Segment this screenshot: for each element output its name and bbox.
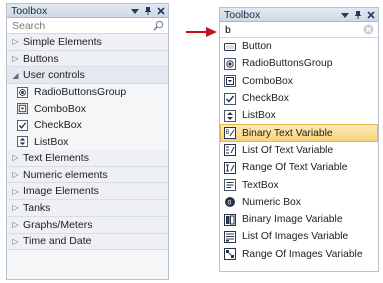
svg-text:B: B	[226, 130, 230, 136]
group-label: Buttons	[23, 52, 59, 65]
list-item-binary-text-variable[interactable]: B Binary Text Variable	[220, 124, 378, 142]
item-label: Button	[242, 41, 272, 53]
item-label: ComboBox	[34, 102, 86, 115]
search-input[interactable]: b	[225, 24, 363, 36]
expand-arrow-icon[interactable]: ▷	[11, 54, 20, 63]
list-item-textbox[interactable]: TextBox	[220, 176, 378, 193]
combobox-icon	[17, 103, 28, 115]
close-icon[interactable]	[366, 10, 375, 20]
textbox-icon	[224, 179, 236, 192]
group-label: Tanks	[23, 201, 51, 214]
group-label: Time and Date	[23, 235, 92, 248]
toolbox-titlebar[interactable]: Toolbox	[7, 4, 168, 18]
search-box[interactable]: b	[220, 22, 378, 38]
list-item-checkbox[interactable]: CheckBox	[7, 117, 168, 134]
toolbox-panel-right: Toolbox b Button RadioButtonsGroup Combo…	[219, 7, 379, 272]
radio-group-icon	[17, 86, 28, 98]
group-simple-elements[interactable]: ▷ Simple Elements	[7, 34, 168, 51]
expand-arrow-icon[interactable]: ▷	[11, 220, 20, 229]
item-label: TextBox	[242, 179, 279, 191]
combobox-icon	[224, 75, 236, 88]
group-text-elements[interactable]: ▷ Text Elements	[7, 150, 168, 167]
svg-text:0: 0	[228, 200, 232, 207]
item-label: Range Of Text Variable	[242, 162, 348, 174]
toolbox-panel-left: Toolbox Search ▷ Simple Elements ▷ Butto…	[6, 3, 169, 280]
list-images-icon	[224, 230, 236, 243]
listbox-icon	[224, 109, 236, 122]
checkbox-icon	[17, 119, 28, 131]
close-icon[interactable]	[156, 6, 165, 16]
group-label: Image Elements	[23, 185, 99, 198]
dropdown-icon[interactable]	[340, 10, 349, 20]
numeric-box-icon: 0	[224, 196, 236, 208]
list-item-list-of-text-variable[interactable]: List Of Text Variable	[220, 142, 378, 159]
item-label: List Of Images Variable	[242, 231, 349, 243]
collapse-arrow-icon[interactable]: ◢	[11, 71, 20, 80]
list-item-button[interactable]: Button	[220, 38, 378, 55]
expand-arrow-icon[interactable]: ▷	[11, 203, 20, 212]
range-images-icon	[224, 248, 236, 261]
group-user-controls[interactable]: ◢ User controls	[7, 67, 168, 85]
toolbox-title: Toolbox	[224, 8, 261, 21]
list-item-range-of-text-variable[interactable]: Range Of Text Variable	[220, 159, 378, 176]
list-item-listbox[interactable]: ListBox	[7, 134, 168, 151]
radio-group-icon	[224, 57, 236, 70]
checkbox-icon	[224, 92, 236, 105]
pointer-arrow-icon	[186, 27, 217, 37]
expand-arrow-icon[interactable]: ▷	[11, 170, 20, 179]
group-graphs-meters[interactable]: ▷ Graphs/Meters	[7, 216, 168, 234]
item-label: Binary Image Variable	[242, 214, 343, 226]
binary-text-icon: B	[224, 127, 236, 140]
expand-arrow-icon[interactable]: ▷	[11, 153, 20, 162]
search-box[interactable]: Search	[7, 18, 168, 34]
expand-arrow-icon[interactable]: ▷	[11, 37, 20, 46]
list-item-combobox[interactable]: ComboBox	[220, 73, 378, 90]
group-buttons[interactable]: ▷ Buttons	[7, 50, 168, 68]
dropdown-icon[interactable]	[130, 6, 139, 16]
expand-arrow-icon[interactable]: ▷	[11, 187, 20, 196]
search-icon[interactable]	[153, 20, 164, 31]
range-text-icon	[224, 161, 236, 174]
group-time-and-date[interactable]: ▷ Time and Date	[7, 233, 168, 251]
pin-icon[interactable]	[353, 10, 362, 20]
item-label: Binary Text Variable	[242, 127, 333, 139]
group-label: Simple Elements	[23, 35, 102, 48]
list-item-range-of-images-variable[interactable]: Range Of Images Variable	[220, 246, 378, 263]
list-item-binary-image-variable[interactable]: Binary Image Variable	[220, 211, 378, 228]
item-label: ListBox	[34, 135, 69, 148]
item-label: ListBox	[242, 110, 276, 122]
list-text-icon	[224, 144, 236, 157]
list-item-radiobuttonsgroup[interactable]: RadioButtonsGroup	[220, 55, 378, 72]
group-numeric-elements[interactable]: ▷ Numeric elements	[7, 166, 168, 184]
item-label: ComboBox	[242, 75, 293, 87]
list-item-checkbox[interactable]: CheckBox	[220, 90, 378, 107]
expand-arrow-icon[interactable]: ▷	[11, 237, 20, 246]
item-label: List Of Text Variable	[242, 144, 334, 156]
list-item-radiobuttonsgroup[interactable]: RadioButtonsGroup	[7, 84, 168, 101]
group-label: User controls	[23, 69, 85, 82]
group-label: Graphs/Meters	[23, 218, 93, 231]
list-item-listbox[interactable]: ListBox	[220, 107, 378, 124]
button-icon	[224, 41, 236, 53]
toolbox-titlebar[interactable]: Toolbox	[220, 8, 378, 22]
item-label: CheckBox	[242, 93, 289, 105]
item-label: RadioButtonsGroup	[34, 86, 127, 99]
toolbox-title: Toolbox	[11, 4, 48, 17]
group-image-elements[interactable]: ▷ Image Elements	[7, 183, 168, 201]
group-label: Text Elements	[23, 151, 89, 164]
binary-image-icon	[224, 213, 236, 226]
search-input[interactable]: Search	[12, 20, 153, 32]
item-label: Range Of Images Variable	[242, 248, 363, 260]
list-item-numeric-box[interactable]: 0 Numeric Box	[220, 194, 378, 211]
item-label: RadioButtonsGroup	[242, 58, 333, 70]
clear-search-icon[interactable]	[363, 24, 374, 35]
item-label: CheckBox	[34, 119, 82, 132]
listbox-icon	[17, 136, 28, 148]
group-tanks[interactable]: ▷ Tanks	[7, 200, 168, 217]
group-label: Numeric elements	[23, 168, 108, 181]
list-item-list-of-images-variable[interactable]: List Of Images Variable	[220, 228, 378, 245]
item-label: Numeric Box	[242, 196, 301, 208]
pin-icon[interactable]	[143, 6, 152, 16]
list-item-combobox[interactable]: ComboBox	[7, 101, 168, 118]
